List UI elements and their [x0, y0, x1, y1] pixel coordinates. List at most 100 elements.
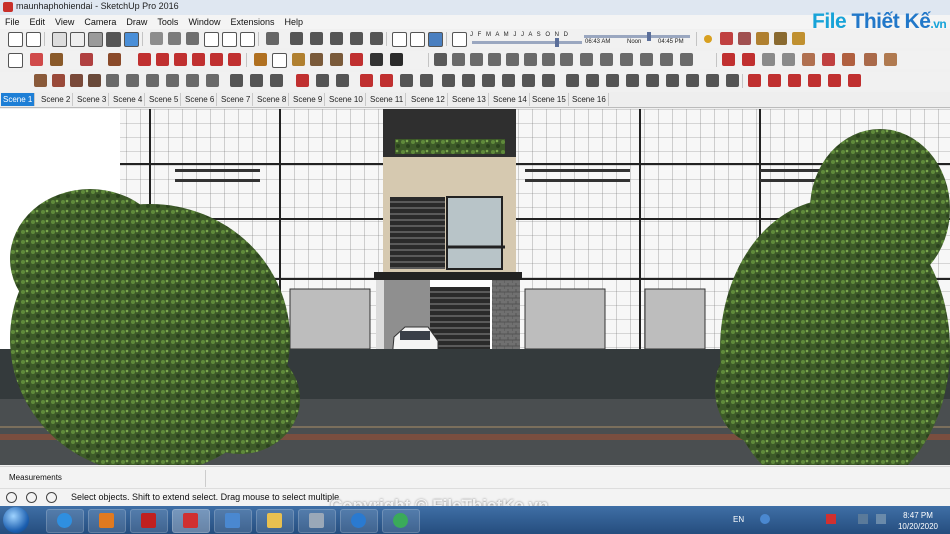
tab-scene-3[interactable]: Scene 3: [75, 93, 110, 106]
rotate-3d-icon[interactable]: [768, 74, 781, 87]
scale-tool-icon[interactable]: [210, 53, 223, 66]
cleanup-icon[interactable]: [726, 74, 739, 87]
walk-icon[interactable]: [392, 32, 407, 47]
divider-icon[interactable]: [126, 74, 139, 87]
taskbar-imo[interactable]: [340, 509, 378, 533]
dimension-tool-icon[interactable]: [310, 53, 323, 66]
shadow-time-slider[interactable]: [584, 32, 690, 41]
taskbar-sketchup[interactable]: [172, 509, 210, 533]
outliner-icon[interactable]: [350, 32, 363, 45]
taskbar-screen[interactable]: [214, 509, 252, 533]
section-plane-icon[interactable]: [266, 32, 279, 45]
iso-view-icon[interactable]: [150, 32, 163, 45]
right-view-icon[interactable]: [204, 32, 219, 47]
protractor-icon[interactable]: [330, 53, 343, 66]
style-xray-icon[interactable]: [8, 32, 23, 47]
curviloft-icon[interactable]: [722, 53, 735, 66]
menu-view[interactable]: View: [50, 15, 79, 29]
components-icon[interactable]: [290, 32, 303, 45]
front-view-icon[interactable]: [186, 32, 199, 45]
left-view-icon[interactable]: [240, 32, 255, 47]
rectangle-tool-icon[interactable]: [108, 53, 121, 66]
smoove-tool-icon[interactable]: [738, 32, 751, 45]
rotate-tool-icon[interactable]: [192, 53, 205, 66]
fredo-scale-icon[interactable]: [782, 53, 795, 66]
look-tool-icon[interactable]: [560, 53, 573, 66]
taskbar-autocad[interactable]: [130, 509, 168, 533]
extend-icon[interactable]: [360, 74, 373, 87]
subtract-icon[interactable]: [462, 74, 475, 87]
geo-location-icon[interactable]: [6, 492, 17, 503]
stamp-tool-icon[interactable]: [756, 32, 769, 45]
axis-move-icon[interactable]: [748, 74, 761, 87]
joint-push-pull-icon[interactable]: [742, 53, 755, 66]
materials-icon[interactable]: [370, 32, 383, 45]
vray-render-icon[interactable]: [822, 53, 835, 66]
user-icon[interactable]: [46, 492, 57, 503]
taskbar-ie[interactable]: [46, 509, 84, 533]
explode-icon[interactable]: [400, 74, 413, 87]
eraser-icon[interactable]: [30, 53, 43, 66]
text-tool-icon[interactable]: [272, 53, 287, 68]
tab-scene-7[interactable]: Scene 7: [219, 93, 254, 106]
component-stringer-icon[interactable]: [706, 74, 719, 87]
mirror-icon[interactable]: [586, 74, 599, 87]
bezier-curve-icon[interactable]: [34, 74, 47, 87]
spline-icon[interactable]: [70, 74, 83, 87]
follow-me-icon[interactable]: [156, 53, 169, 66]
top-view-icon[interactable]: [168, 32, 181, 45]
trim-icon[interactable]: [336, 74, 349, 87]
paint-brush-icon[interactable]: [848, 74, 861, 87]
trim-solid-icon[interactable]: [502, 74, 515, 87]
three-d-text-icon[interactable]: [350, 53, 363, 66]
position-camera-icon[interactable]: [428, 32, 443, 47]
shaded-style-icon[interactable]: [88, 32, 103, 47]
share-model-icon[interactable]: [660, 53, 673, 66]
chamfer-icon[interactable]: [316, 74, 329, 87]
menu-draw[interactable]: Draw: [121, 15, 152, 29]
section-display-icon[interactable]: [580, 53, 593, 66]
tray-app-icon[interactable]: [826, 514, 836, 524]
start-button[interactable]: [3, 507, 29, 533]
style-back-edges-icon[interactable]: [26, 32, 41, 47]
credits-icon[interactable]: [26, 492, 37, 503]
shell-icon[interactable]: [542, 74, 555, 87]
section-fill-icon[interactable]: [620, 53, 633, 66]
profile-builder-icon[interactable]: [686, 74, 699, 87]
volume-icon[interactable]: [858, 514, 868, 524]
move-tool-icon[interactable]: [174, 53, 187, 66]
drape-tool-icon[interactable]: [774, 32, 787, 45]
menu-help[interactable]: Help: [279, 15, 308, 29]
shadow-date-slider[interactable]: [472, 38, 582, 47]
freehand-icon[interactable]: [106, 74, 119, 87]
shaded-textures-style-icon[interactable]: [106, 32, 121, 47]
vray-frame-icon[interactable]: [864, 53, 877, 66]
previous-view-icon[interactable]: [506, 53, 519, 66]
tab-scene-5[interactable]: Scene 5: [147, 93, 182, 106]
language-indicator[interactable]: EN: [733, 515, 744, 524]
fillet-icon[interactable]: [296, 74, 309, 87]
menu-tools[interactable]: Tools: [152, 15, 183, 29]
warehouse-icon[interactable]: [640, 53, 653, 66]
menu-file[interactable]: File: [0, 15, 25, 29]
network-icon[interactable]: [876, 514, 886, 524]
tab-scene-12[interactable]: Scene 12: [409, 93, 448, 106]
tab-scene-10[interactable]: Scene 10: [327, 93, 366, 106]
walk-tool-icon[interactable]: [542, 53, 555, 66]
offset-curve-icon[interactable]: [270, 74, 283, 87]
axes-tool-icon[interactable]: [292, 53, 305, 66]
flip-icon[interactable]: [566, 74, 579, 87]
tab-scene-16[interactable]: Scene 16: [570, 93, 609, 106]
sandbox-tool-icon[interactable]: [720, 32, 733, 45]
hidden-line-style-icon[interactable]: [70, 32, 85, 47]
zoom-extents-icon[interactable]: [488, 53, 501, 66]
sharp-icon[interactable]: [250, 74, 263, 87]
groups-icon[interactable]: [310, 32, 323, 45]
tab-scene-13[interactable]: Scene 13: [450, 93, 489, 106]
line-tool-icon[interactable]: [50, 53, 63, 66]
tab-scene-8[interactable]: Scene 8: [255, 93, 290, 106]
layers-icon[interactable]: [330, 32, 343, 45]
zoom-tool-icon[interactable]: [452, 53, 465, 66]
add-detail-icon[interactable]: [792, 32, 805, 45]
union-icon[interactable]: [442, 74, 455, 87]
